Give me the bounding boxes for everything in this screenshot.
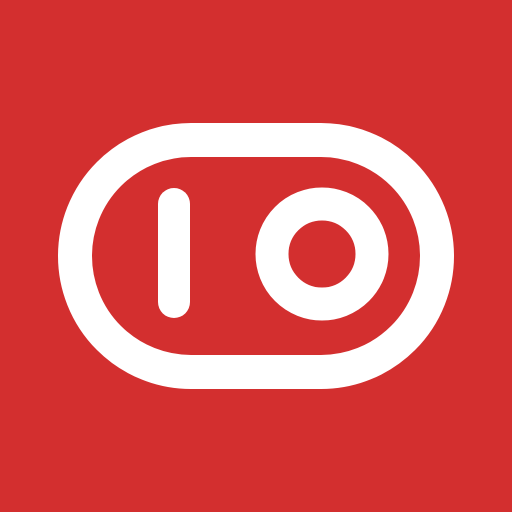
toggle-switch-icon	[0, 0, 512, 512]
toggle-switch-app-icon	[0, 0, 512, 512]
